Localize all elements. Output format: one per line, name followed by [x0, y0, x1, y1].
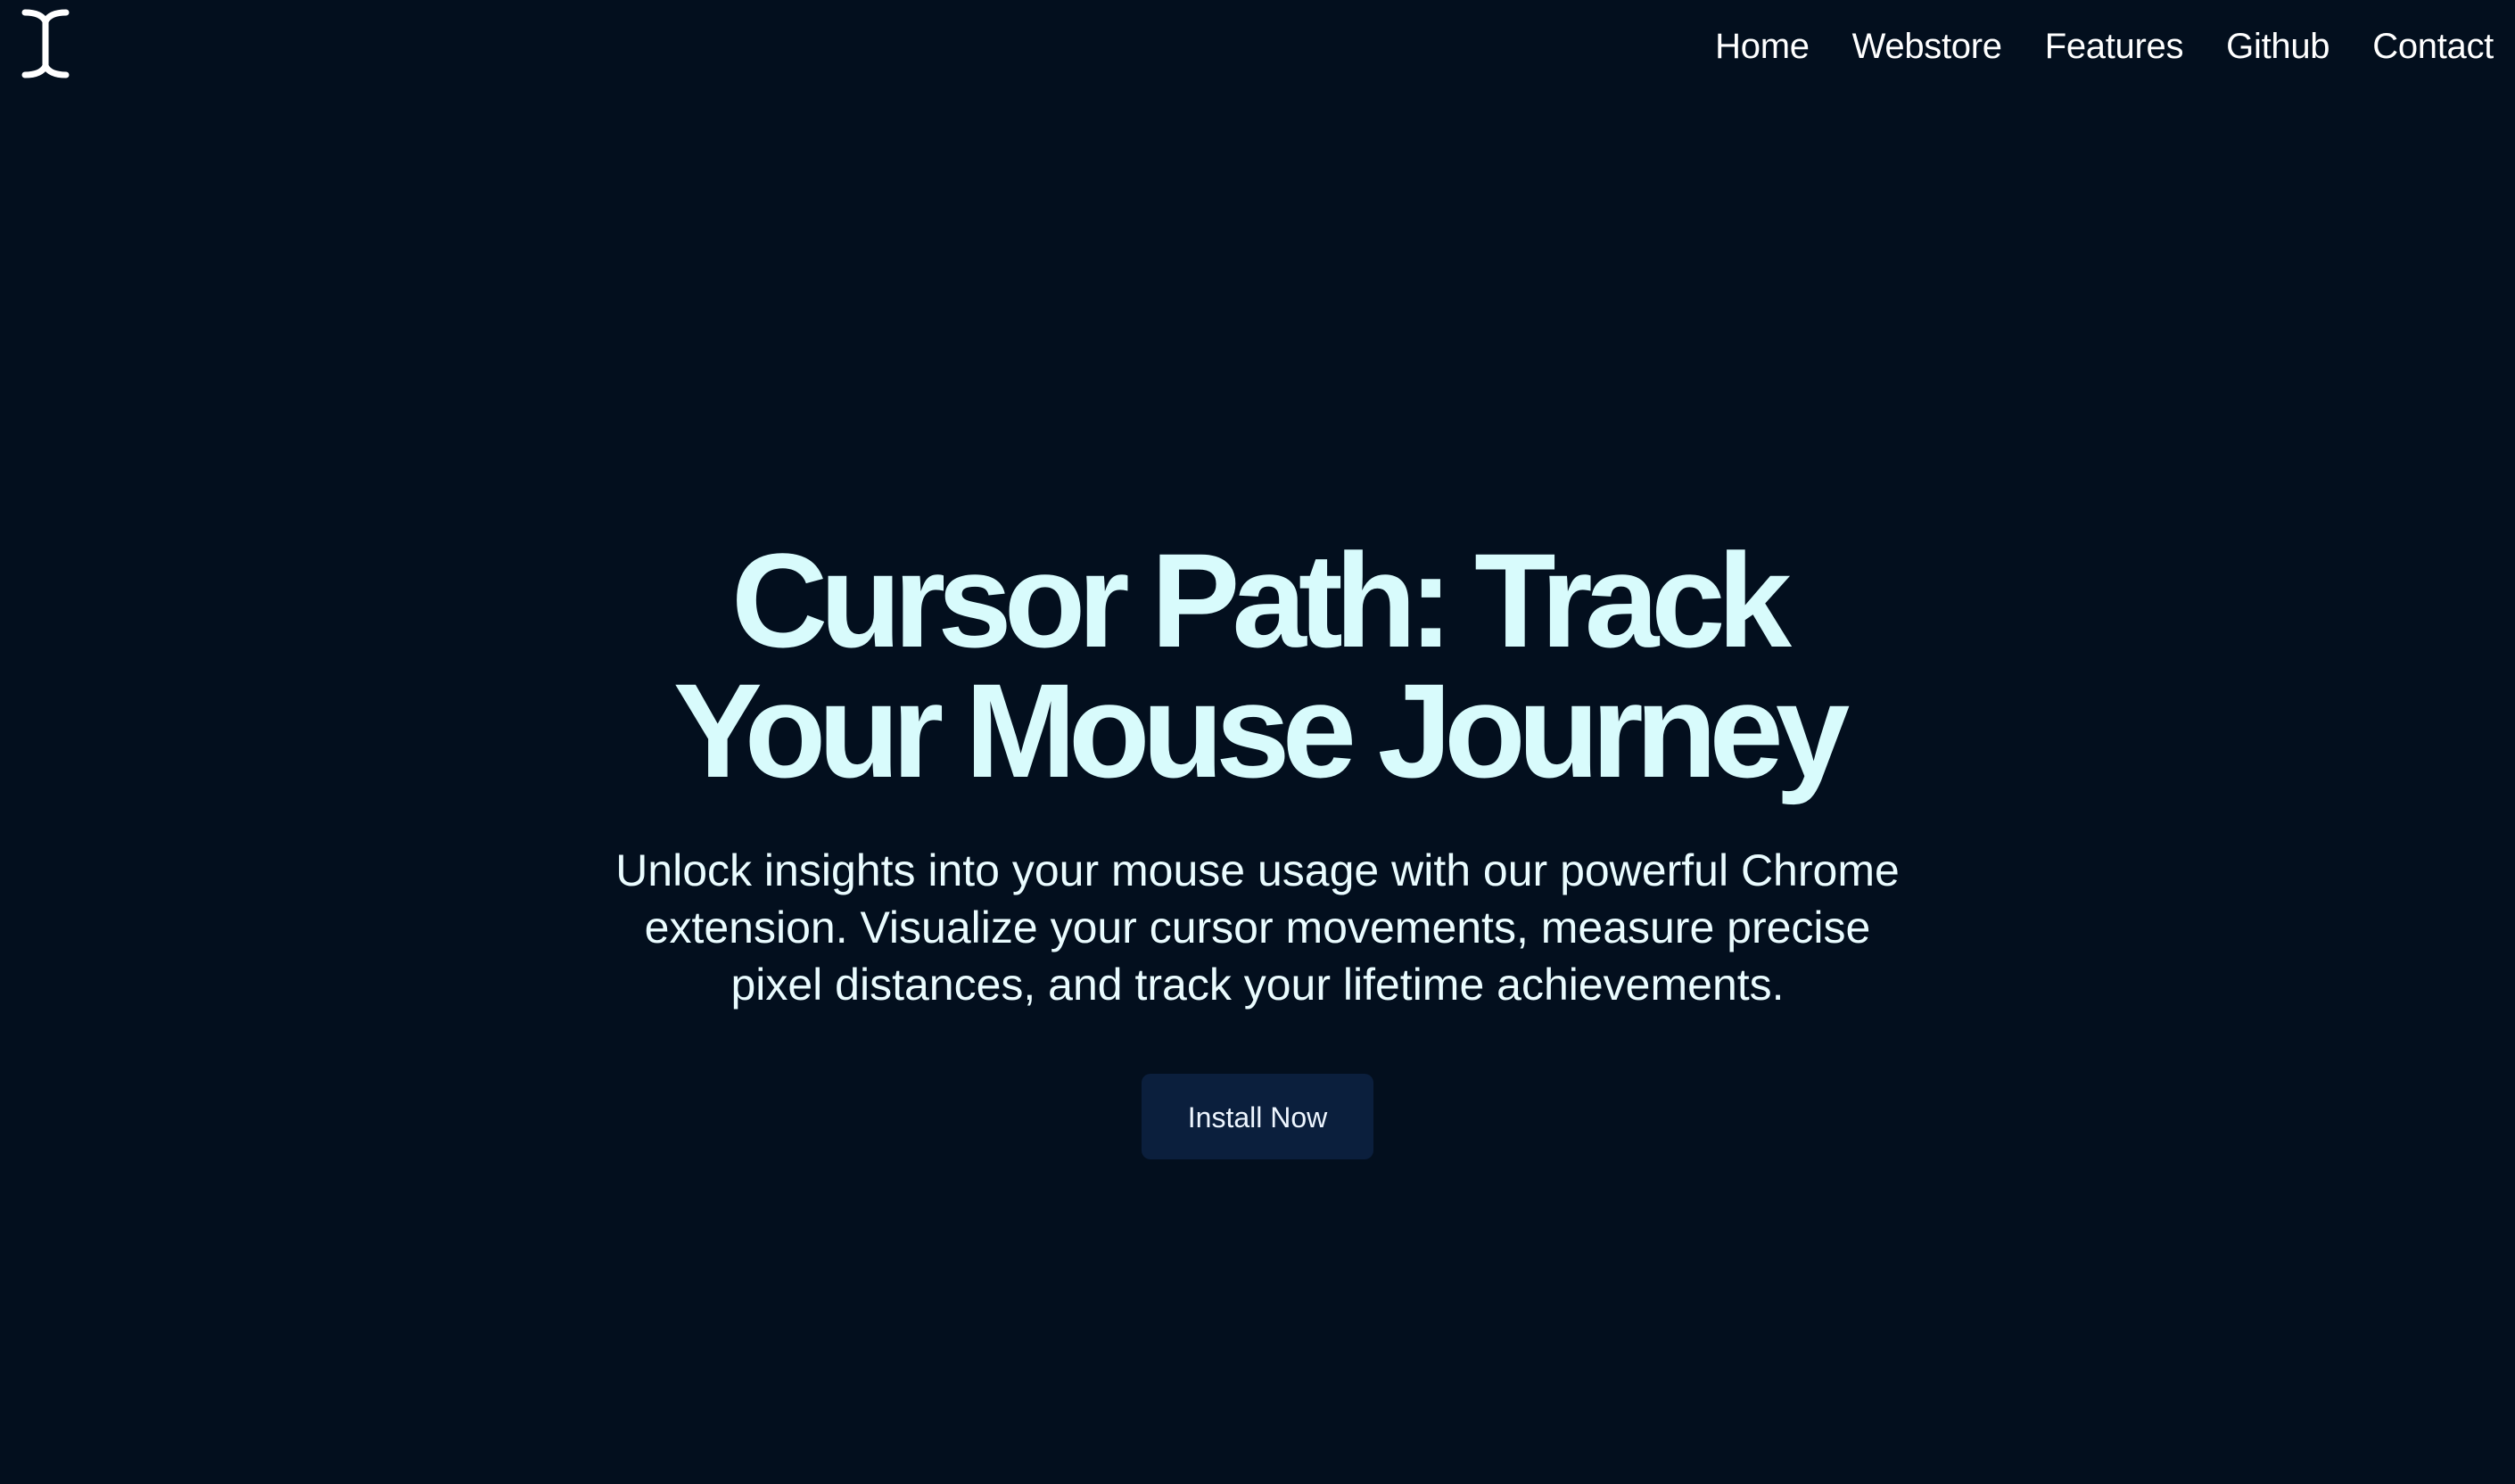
hero-title: Cursor Path: Track Your Mouse Journey: [672, 525, 1850, 805]
nav-webstore[interactable]: Webstore: [1852, 20, 2002, 73]
nav-contact[interactable]: Contact: [2372, 20, 2494, 73]
nav-home[interactable]: Home: [1715, 20, 1810, 73]
logo-link[interactable]: [20, 7, 71, 80]
hero-section: Cursor Path: Track Your Mouse Journey Un…: [0, 525, 2515, 1159]
nav-github[interactable]: Github: [2226, 20, 2329, 73]
main-nav: Home Webstore Features Github Contact: [1672, 20, 2494, 73]
nav-features[interactable]: Features: [2045, 20, 2184, 73]
hero-subtitle: Unlock insights into your mouse usage wi…: [615, 845, 1900, 1010]
text-cursor-icon: [20, 7, 71, 80]
install-now-button[interactable]: Install Now: [1142, 1074, 1373, 1159]
